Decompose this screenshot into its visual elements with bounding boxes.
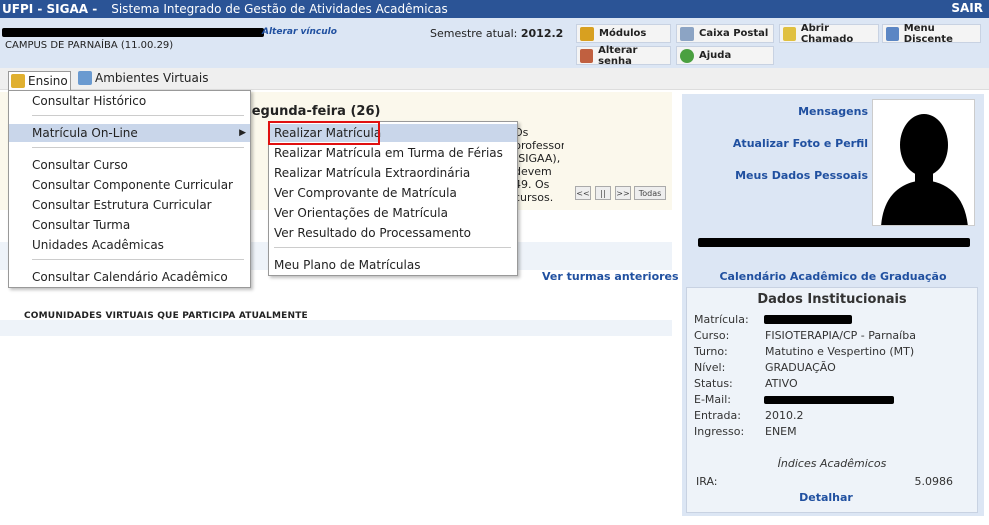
menu-divider: [32, 259, 244, 260]
help-icon: [680, 48, 694, 63]
selection-highlight-box: [268, 121, 380, 145]
menu-ambientes-virtuais[interactable]: Ambientes Virtuais: [78, 71, 208, 85]
update-photo-link[interactable]: Atualizar Foto e Perfil: [700, 137, 868, 150]
ticket-icon: [783, 26, 796, 41]
institutional-data-title: Dados Institucionais: [757, 292, 907, 307]
change-password-label: Alterar senha: [598, 44, 638, 67]
menu-item-matricula-online[interactable]: Matrícula On-Line ▶: [9, 124, 250, 142]
help-label: Ajuda: [699, 50, 732, 61]
student-menu-button[interactable]: Menu Discente: [882, 22, 981, 45]
menu-divider: [274, 247, 511, 248]
notice-title: segunda-feira (26): [244, 104, 381, 119]
ingresso-value: ENEM: [765, 425, 797, 438]
student-menu-label: Menu Discente: [903, 22, 953, 45]
menu-item-plano-matriculas[interactable]: Meu Plano de Matrículas: [269, 256, 517, 274]
matricula-online-label: Matrícula On-Line: [32, 126, 138, 140]
pager-all-button[interactable]: Todas: [634, 186, 666, 200]
semester-value: 2012.2: [520, 27, 564, 40]
redacted-student-name: [698, 238, 970, 247]
menu-item-comprovante[interactable]: Ver Comprovante de Matrícula: [269, 184, 517, 202]
academic-indices-title: Índices Acadêmicos: [777, 457, 887, 470]
messages-link[interactable]: Mensagens: [700, 105, 868, 118]
turno-label: Turno:: [694, 345, 728, 358]
menu-item-consultar-componente[interactable]: Consultar Componente Curricular: [9, 176, 250, 194]
menu-item-consultar-historico[interactable]: Consultar Histórico: [9, 92, 250, 110]
menu-divider: [32, 147, 244, 148]
profile-photo: [872, 99, 975, 226]
pager-pause-button[interactable]: ||: [595, 186, 611, 200]
turno-value: Matutino e Vespertino (MT): [765, 345, 915, 358]
redacted-user-name: [2, 28, 264, 37]
avatar-silhouette-icon: [881, 114, 968, 225]
menu-item-resultado[interactable]: Ver Resultado do Processamento: [269, 224, 517, 242]
menu-ensino[interactable]: Ensino: [8, 71, 71, 90]
details-link[interactable]: Detalhar: [686, 491, 966, 504]
menu-ambientes-label: Ambientes Virtuais: [95, 71, 209, 85]
redacted-email: [764, 396, 894, 404]
mailbox-button[interactable]: Caixa Postal: [676, 24, 774, 43]
menu-item-matricula-extraordinaria[interactable]: Realizar Matrícula Extraordinária: [269, 164, 517, 182]
student-menu-icon: [886, 26, 899, 41]
calendar-link[interactable]: Calendário Acadêmico de Graduação: [682, 270, 984, 283]
open-ticket-button[interactable]: Abrir Chamado: [779, 22, 879, 45]
menu-item-consultar-calendario[interactable]: Consultar Calendário Acadêmico: [9, 268, 250, 286]
mailbox-icon: [680, 26, 694, 41]
ingresso-label: Ingresso:: [694, 425, 745, 438]
notice-text: Os professores (SIGAA), devem 49. Os cur…: [514, 126, 564, 202]
redacted-matricula: [764, 315, 852, 324]
system-name: Sistema Integrado de Gestão de Atividade…: [111, 2, 448, 16]
previous-classes-link[interactable]: Ver turmas anteriores: [542, 270, 679, 283]
entrada-value: 2010.2: [765, 409, 804, 422]
user-key-icon: [580, 48, 594, 63]
curso-label: Curso:: [694, 329, 730, 342]
pager-first-button[interactable]: <<: [575, 186, 591, 200]
logout-link[interactable]: SAIR: [951, 1, 983, 15]
ira-label: IRA:: [696, 475, 718, 488]
nivel-value: GRADUAÇÃO: [765, 361, 836, 374]
matricula-label: Matrícula:: [694, 313, 749, 326]
modules-icon: [580, 26, 594, 41]
status-label: Status:: [694, 377, 733, 390]
menu-item-consultar-estrutura[interactable]: Consultar Estrutura Curricular: [9, 196, 250, 214]
pager-next-button[interactable]: >>: [615, 186, 631, 200]
virtual-env-icon: [78, 71, 92, 85]
ensino-dropdown-menu: Consultar Histórico Matrícula On-Line ▶ …: [8, 90, 251, 288]
change-link[interactable]: Alterar vínculo: [262, 27, 337, 37]
modules-button[interactable]: Módulos: [576, 24, 671, 43]
menu-item-consultar-curso[interactable]: Consultar Curso: [9, 156, 250, 174]
menu-item-unidades-academicas[interactable]: Unidades Acadêmicas: [9, 236, 250, 254]
curso-value: FISIOTERAPIA/CP - Parnaíba: [765, 329, 916, 342]
brand-title: UFPI - SIGAA -: [2, 2, 98, 16]
semester-label: Semestre atual:: [430, 27, 518, 40]
open-ticket-label: Abrir Chamado: [800, 22, 854, 45]
submenu-arrow-icon: ▶: [239, 128, 246, 138]
menu-divider: [32, 115, 244, 116]
ira-value: 5.0986: [914, 475, 954, 488]
title-bar: UFPI - SIGAA - Sistema Integrado de Gest…: [0, 0, 989, 18]
nivel-label: Nível:: [694, 361, 726, 374]
personal-data-link[interactable]: Meus Dados Pessoais: [700, 169, 868, 182]
communities-bar: [0, 320, 672, 336]
change-password-button[interactable]: Alterar senha: [576, 44, 671, 67]
modules-label: Módulos: [599, 28, 647, 39]
campus-label: CAMPUS DE PARNAÍBA (11.00.29): [5, 40, 174, 51]
entrada-label: Entrada:: [694, 409, 741, 422]
book-icon: [11, 74, 25, 88]
current-semester: Semestre atual: 2012.2: [430, 27, 563, 40]
menu-ensino-label: Ensino: [28, 74, 68, 88]
menu-item-orientacoes[interactable]: Ver Orientações de Matrícula: [269, 204, 517, 222]
email-label: E-Mail:: [694, 393, 731, 406]
menu-item-matricula-ferias[interactable]: Realizar Matrícula em Turma de Férias: [269, 144, 517, 162]
help-button[interactable]: Ajuda: [676, 46, 774, 65]
menu-item-consultar-turma[interactable]: Consultar Turma: [9, 216, 250, 234]
main-menu-bar: Ensino Ambientes Virtuais: [0, 68, 989, 90]
status-value: ATIVO: [765, 377, 798, 390]
mailbox-label: Caixa Postal: [699, 28, 769, 39]
